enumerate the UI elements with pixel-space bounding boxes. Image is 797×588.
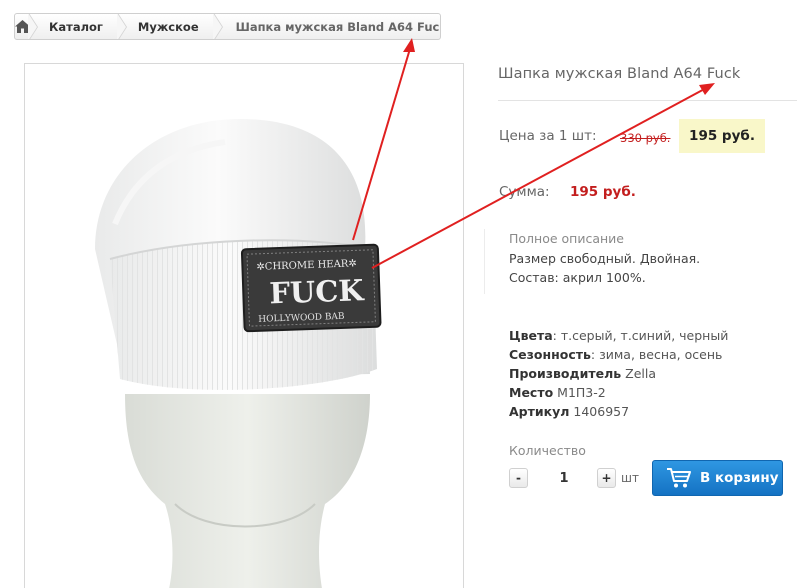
current-price: 195 руб. [679, 119, 765, 153]
add-to-cart-label: В корзину [700, 470, 779, 486]
cart-icon [667, 468, 691, 488]
attribute-value: Zella [625, 366, 656, 381]
add-to-cart-button[interactable]: В корзину [652, 460, 783, 496]
breadcrumb-item-mens[interactable]: Мужское [119, 14, 223, 39]
breadcrumb: Каталог Мужское Шапка мужская Bland A64 … [14, 13, 441, 40]
price-label: Цена за 1 шт: [499, 128, 597, 144]
arrowhead-icon [699, 83, 715, 95]
attribute-colors: Цвета: т.серый, т.синий, черный [509, 328, 729, 343]
quantity-label: Количество [509, 443, 586, 458]
attribute-name: Сезонность [509, 347, 591, 362]
attribute-value: т.серый, т.синий, черный [560, 328, 729, 343]
breadcrumb-item-current: Шапка мужская Bland A64 Fuck [215, 14, 441, 39]
quantity-input[interactable] [543, 467, 585, 489]
patch-text-2: FUCK [269, 273, 366, 310]
arrowhead-icon [403, 38, 415, 52]
quantity-unit: шт [621, 471, 639, 485]
attribute-sku: Артикул 1406957 [509, 404, 629, 419]
divider [484, 229, 485, 294]
breadcrumb-label: Каталог [49, 19, 103, 34]
product-title: Шапка мужская Bland A64 Fuck [498, 66, 741, 82]
attribute-name: Цвета [509, 328, 553, 343]
description-line: Размер свободный. Двойная. [509, 251, 701, 266]
breadcrumb-item-catalog[interactable]: Каталог [30, 14, 127, 39]
attribute-season: Сезонность: зима, весна, осень [509, 347, 723, 362]
attribute-manufacturer: Производитель Zella [509, 366, 656, 381]
quantity-decrease-button[interactable]: - [509, 468, 528, 488]
quantity-increase-button[interactable]: + [597, 468, 616, 488]
attribute-name: Производитель [509, 366, 622, 381]
breadcrumb-home[interactable] [15, 14, 38, 39]
attribute-location: Место М1П3-2 [509, 385, 606, 400]
attribute-name: Артикул [509, 404, 570, 419]
sum-value: 195 руб. [570, 184, 636, 200]
attribute-name: Место [509, 385, 554, 400]
attribute-value: зима, весна, осень [599, 347, 723, 362]
breadcrumb-label: Мужское [137, 19, 199, 34]
attribute-value: М1П3-2 [557, 385, 606, 400]
description-line: Состав: акрил 100%. [509, 270, 646, 285]
breadcrumb-label: Шапка мужская Bland A64 Fuck [235, 19, 441, 34]
product-image[interactable]: ✲CHROME HEAR✲ FUCK HOLLYWOOD BAB [24, 63, 464, 588]
divider [498, 100, 797, 101]
sum-label: Сумма: [499, 184, 550, 200]
attribute-value: 1406957 [573, 404, 630, 419]
description-heading: Полное описание [509, 231, 624, 246]
beanie-photo: ✲CHROME HEAR✲ FUCK HOLLYWOOD BAB [95, 119, 382, 588]
old-price: 330 руб. [620, 131, 671, 145]
